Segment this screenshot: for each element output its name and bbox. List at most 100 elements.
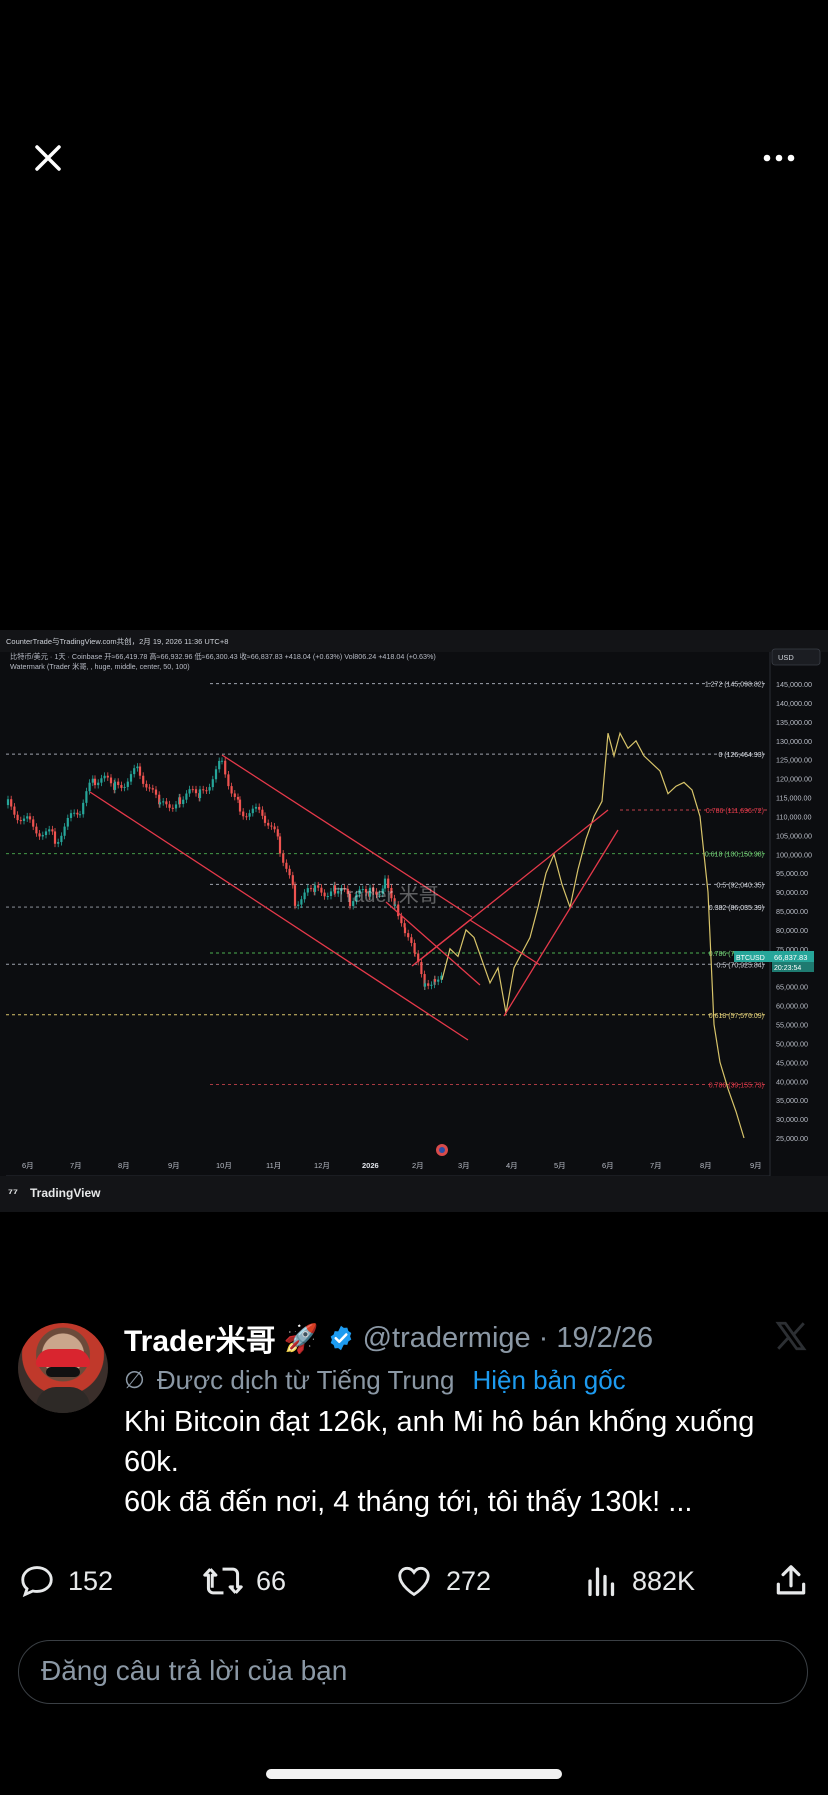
y-tick-label: 90,000.00 (776, 888, 808, 897)
candle-body (136, 766, 139, 769)
candle-body (22, 818, 26, 821)
candle-body (433, 979, 437, 982)
candle-body (214, 769, 218, 780)
x-tick-label: 6月 (602, 1161, 614, 1170)
tweet-text[interactable]: Khi Bitcoin đạt 126k, anh Mi hô bán khốn… (124, 1402, 814, 1522)
x-tick-label: 9月 (168, 1161, 180, 1170)
y-tick-label: 135,000.00 (776, 718, 812, 727)
candle-body (230, 786, 233, 794)
reply-placeholder: Đăng câu trả lời của bạn (41, 1655, 348, 1686)
x-tick-label: 5月 (554, 1161, 566, 1170)
candle-body (106, 775, 109, 778)
fib-level-label: 0.382 (86,035.39) (709, 905, 764, 912)
candle-body (198, 789, 202, 799)
y-tick-label: 30,000.00 (776, 1115, 808, 1124)
candle-body (227, 774, 230, 787)
fib-level-label: 0.786 (111,696.72) (706, 808, 764, 815)
candle-body (413, 952, 417, 954)
candle-body (82, 802, 85, 815)
candle-body (13, 806, 16, 815)
x-tick-label: 2026 (362, 1161, 379, 1170)
x-tick-label: 9月 (750, 1161, 762, 1170)
currency-select[interactable]: USD (778, 653, 794, 662)
candle-body (168, 804, 171, 808)
like-button[interactable]: 272 (394, 1562, 491, 1600)
y-tick-label: 125,000.00 (776, 756, 812, 765)
candle-body (297, 904, 300, 906)
candle-body (309, 888, 313, 890)
tweet-date[interactable]: · 19/2/26 (539, 1322, 653, 1355)
candle-body (38, 833, 41, 837)
candle-body (16, 814, 19, 821)
y-tick-label: 80,000.00 (776, 926, 808, 935)
candle-body (410, 937, 413, 943)
candle-body (326, 896, 329, 898)
reply-input[interactable]: Đăng câu trả lời của bạn (18, 1640, 808, 1704)
views-icon (588, 1567, 615, 1597)
reply-icon (21, 1566, 53, 1598)
candle-body (278, 836, 282, 854)
y-tick-label: 55,000.00 (776, 1021, 808, 1030)
tweet-text-line: 60k đã đến nơi, 4 tháng tới, tôi thấy 13… (124, 1486, 693, 1518)
candle-body (19, 820, 22, 822)
x-tick-label: 11月 (266, 1161, 281, 1170)
views-count: 882K (632, 1565, 696, 1596)
candle-body (323, 892, 326, 897)
candle-body (151, 788, 154, 790)
home-indicator[interactable] (266, 1769, 562, 1779)
fib-level-label: 0.5 (92,040.35) (717, 882, 764, 889)
reply-button[interactable]: 152 (18, 1562, 113, 1600)
candle-body (400, 916, 403, 924)
x-tick-label: 10月 (216, 1161, 232, 1170)
show-original-link[interactable]: Hiện bản gốc (472, 1365, 625, 1396)
x-logo-icon (774, 1318, 808, 1354)
fib-level-label: 0.618 (57,576.09) (709, 1013, 764, 1020)
candle-body (126, 781, 129, 787)
close-button[interactable] (28, 138, 68, 178)
candle-body (162, 801, 165, 803)
candle-body (123, 786, 126, 788)
candle-body (138, 766, 142, 776)
author-name[interactable]: Trader米哥 (124, 1316, 276, 1360)
more-button[interactable] (760, 140, 800, 176)
share-button[interactable] (772, 1562, 810, 1600)
views-button[interactable]: 882K (584, 1562, 695, 1600)
candle-body (430, 984, 433, 986)
candle-body (194, 789, 198, 794)
candle-body (145, 783, 148, 788)
candle-body (306, 888, 309, 893)
candle-body (188, 789, 191, 794)
tv-symbol-line: 比特币/美元 · 1天 · Coinbase 开≈66,419.78 高≈66,… (10, 652, 436, 661)
reply-count: 152 (68, 1565, 114, 1596)
candle-body (35, 826, 38, 834)
y-tick-label: 100,000.00 (776, 850, 812, 859)
candle-body (60, 835, 63, 843)
candle-body (291, 875, 294, 886)
x-tick-label: 6月 (22, 1161, 34, 1170)
candle-body (10, 799, 13, 807)
candle-body (63, 826, 66, 836)
candle-body (66, 817, 69, 827)
fib-level-label: 0.786 (39,155.73) (709, 1082, 764, 1089)
retweet-button[interactable]: 66 (202, 1562, 286, 1600)
x-tick-label: 7月 (70, 1161, 82, 1170)
candle-body (113, 781, 117, 790)
candle-body (100, 778, 103, 783)
candle-body (437, 979, 440, 982)
chart-image[interactable]: CounterTrade与TradingView.com共创，2月 19, 20… (0, 630, 828, 1212)
translation-row: ∅ Được dịch từ Tiếng Trung Hiện bản gốc (124, 1362, 626, 1398)
author-handle[interactable]: @tradermige (363, 1322, 531, 1355)
y-tick-label: 60,000.00 (776, 1002, 808, 1011)
candle-body (273, 826, 276, 830)
candle-body (427, 983, 430, 986)
rocket-emoji: 🚀 (283, 1322, 319, 1354)
candle-body (224, 760, 227, 775)
y-tick-label: 40,000.00 (776, 1077, 808, 1086)
candle-body (238, 799, 242, 812)
candle-body (300, 899, 303, 905)
candle-body (191, 789, 194, 791)
candle-body (270, 825, 273, 827)
y-tick-label: 115,000.00 (776, 794, 811, 803)
candle-body (242, 811, 245, 817)
avatar[interactable] (18, 1323, 108, 1413)
